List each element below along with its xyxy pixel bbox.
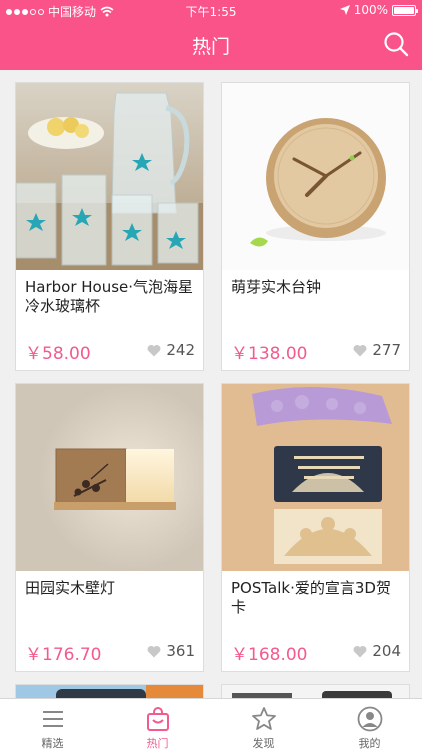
- bag-icon: [147, 707, 169, 731]
- product-card-partial[interactable]: [15, 684, 204, 698]
- like-count-value: 361: [166, 642, 195, 660]
- like-count[interactable]: 204: [353, 642, 401, 660]
- status-right: 100%: [339, 3, 418, 17]
- tab-bar: 精选 热门 发现 我的: [0, 698, 422, 750]
- battery-percent: 100%: [353, 3, 388, 17]
- like-count[interactable]: 277: [353, 341, 401, 359]
- like-count-value: 277: [372, 341, 401, 359]
- battery-icon: [392, 4, 418, 16]
- product-card[interactable]: 萌芽实木台钟 ￥138.00 277: [221, 82, 410, 371]
- tab-label: 发现: [252, 737, 275, 750]
- heart-icon: [147, 344, 161, 356]
- location-arrow-icon: [339, 5, 350, 15]
- like-count[interactable]: 361: [147, 642, 195, 660]
- product-card[interactable]: POSTalk·爱的宣言3D贺卡 ￥168.00 204: [221, 383, 410, 672]
- heart-icon: [147, 645, 161, 657]
- tab-label: 我的: [358, 737, 381, 750]
- page-title: 热门: [191, 36, 230, 58]
- tab-label: 精选: [41, 737, 64, 750]
- product-photo-partial: [222, 685, 409, 698]
- product-price: ￥168.00: [231, 645, 308, 665]
- product-card-partial[interactable]: [221, 684, 410, 698]
- wood-clock-photo: [222, 83, 409, 270]
- product-price: ￥138.00: [231, 344, 308, 364]
- list-icon: [43, 711, 63, 727]
- like-count-value: 204: [372, 642, 401, 660]
- product-photo-partial: [16, 685, 203, 698]
- product-price: ￥58.00: [25, 344, 91, 364]
- tab-label: 热门: [146, 737, 169, 750]
- product-name: 萌芽实木台钟: [231, 278, 322, 296]
- product-name: Harbor House·气泡海星冷水玻璃杯: [25, 278, 194, 315]
- like-count[interactable]: 242: [147, 341, 195, 359]
- product-price: ￥176.70: [25, 645, 102, 665]
- heart-icon: [353, 344, 367, 356]
- tab-hot[interactable]: 热门: [105, 699, 210, 750]
- navigation-bar: 热门: [0, 20, 422, 70]
- user-icon: [357, 706, 383, 732]
- search-icon[interactable]: [382, 30, 410, 58]
- star-icon: [252, 707, 276, 730]
- tab-featured[interactable]: 精选: [0, 699, 105, 750]
- wall-lamp-photo: [16, 384, 203, 571]
- product-grid: Harbor House·气泡海星冷水玻璃杯 ￥58.00 242 萌芽实木台钟: [0, 70, 422, 698]
- greeting-card-photo: [222, 384, 409, 571]
- like-count-value: 242: [166, 341, 195, 359]
- tab-mine[interactable]: 我的: [317, 699, 422, 750]
- heart-icon: [353, 645, 367, 657]
- product-name: POSTalk·爱的宣言3D贺卡: [231, 579, 391, 616]
- status-bar: 中国移动 下午1:55 100%: [0, 0, 422, 20]
- product-name: 田园实木壁灯: [25, 579, 116, 597]
- tab-discover[interactable]: 发现: [211, 699, 316, 750]
- glassware-photo: [16, 83, 203, 270]
- product-card[interactable]: 田园实木壁灯 ￥176.70 361: [15, 383, 204, 672]
- product-card[interactable]: Harbor House·气泡海星冷水玻璃杯 ￥58.00 242: [15, 82, 204, 371]
